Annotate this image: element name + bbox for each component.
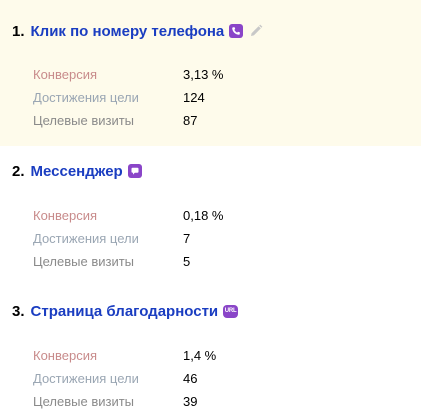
- reaches-value: 46: [183, 371, 198, 386]
- reaches-value: 7: [183, 231, 191, 246]
- goal-name-link[interactable]: Страница благодарности: [31, 303, 219, 320]
- reaches-label: Достижения цели: [33, 231, 139, 246]
- reaches-label: Достижения цели: [33, 371, 139, 386]
- goal-item: 2. Мессенджер Конверсия 0,18 % Достижени…: [0, 146, 421, 286]
- chat-icon: [127, 164, 142, 178]
- goal-number: 2.: [12, 162, 25, 180]
- goal-item: 3. Страница благодарности URL Конверсия …: [0, 286, 421, 412]
- goal-metrics: Конверсия 3,13 % Достижения цели 124 Цел…: [33, 63, 223, 132]
- phone-icon: [229, 24, 244, 38]
- visits-label: Целевые визиты: [33, 394, 135, 409]
- conversion-row: Конверсия 3,13 %: [33, 63, 223, 86]
- reaches-label: Достижения цели: [33, 90, 139, 105]
- reaches-row: Достижения цели 7: [33, 227, 223, 250]
- visits-label: Целевые визиты: [33, 254, 135, 269]
- goal-number: 3.: [12, 302, 25, 320]
- visits-value: 5: [183, 254, 191, 269]
- visits-row: Целевые визиты 5: [33, 250, 223, 273]
- goal-metrics: Конверсия 1,4 % Достижения цели 46 Целев…: [33, 344, 216, 413]
- url-icon-text: URL: [224, 308, 237, 314]
- conversion-label: Конверсия: [33, 208, 98, 223]
- goal-name-link[interactable]: Мессенджер: [31, 163, 123, 180]
- conversion-label: Конверсия: [33, 348, 98, 363]
- conversion-row: Конверсия 0,18 %: [33, 204, 223, 227]
- conversion-row: Конверсия 1,4 %: [33, 344, 216, 367]
- reaches-value: 124: [183, 90, 205, 105]
- pencil-edit-icon[interactable]: [249, 24, 263, 38]
- goal-header: 3. Страница благодарности URL: [12, 300, 239, 322]
- goal-metrics: Конверсия 0,18 % Достижения цели 7 Целев…: [33, 204, 223, 273]
- reaches-row: Достижения цели 124: [33, 86, 223, 109]
- goal-header: 1. Клик по номеру телефона: [12, 20, 263, 42]
- conversion-label: Конверсия: [33, 67, 98, 82]
- goal-name-link[interactable]: Клик по номеру телефона: [31, 23, 225, 40]
- visits-value: 39: [183, 394, 198, 409]
- url-icon: URL: [223, 304, 239, 318]
- goal-item: 1. Клик по номеру телефона Конверсия 3,1…: [0, 0, 421, 146]
- visits-row: Целевые визиты 39: [33, 390, 216, 413]
- visits-row: Целевые визиты 87: [33, 109, 223, 132]
- visits-value: 87: [183, 113, 198, 128]
- reaches-row: Достижения цели 46: [33, 367, 216, 390]
- conversion-value: 0,18 %: [183, 208, 224, 223]
- goal-number: 1.: [12, 22, 25, 40]
- conversion-value: 3,13 %: [183, 67, 224, 82]
- goal-header: 2. Мессенджер: [12, 160, 142, 182]
- visits-label: Целевые визиты: [33, 113, 135, 128]
- conversion-value: 1,4 %: [183, 348, 217, 363]
